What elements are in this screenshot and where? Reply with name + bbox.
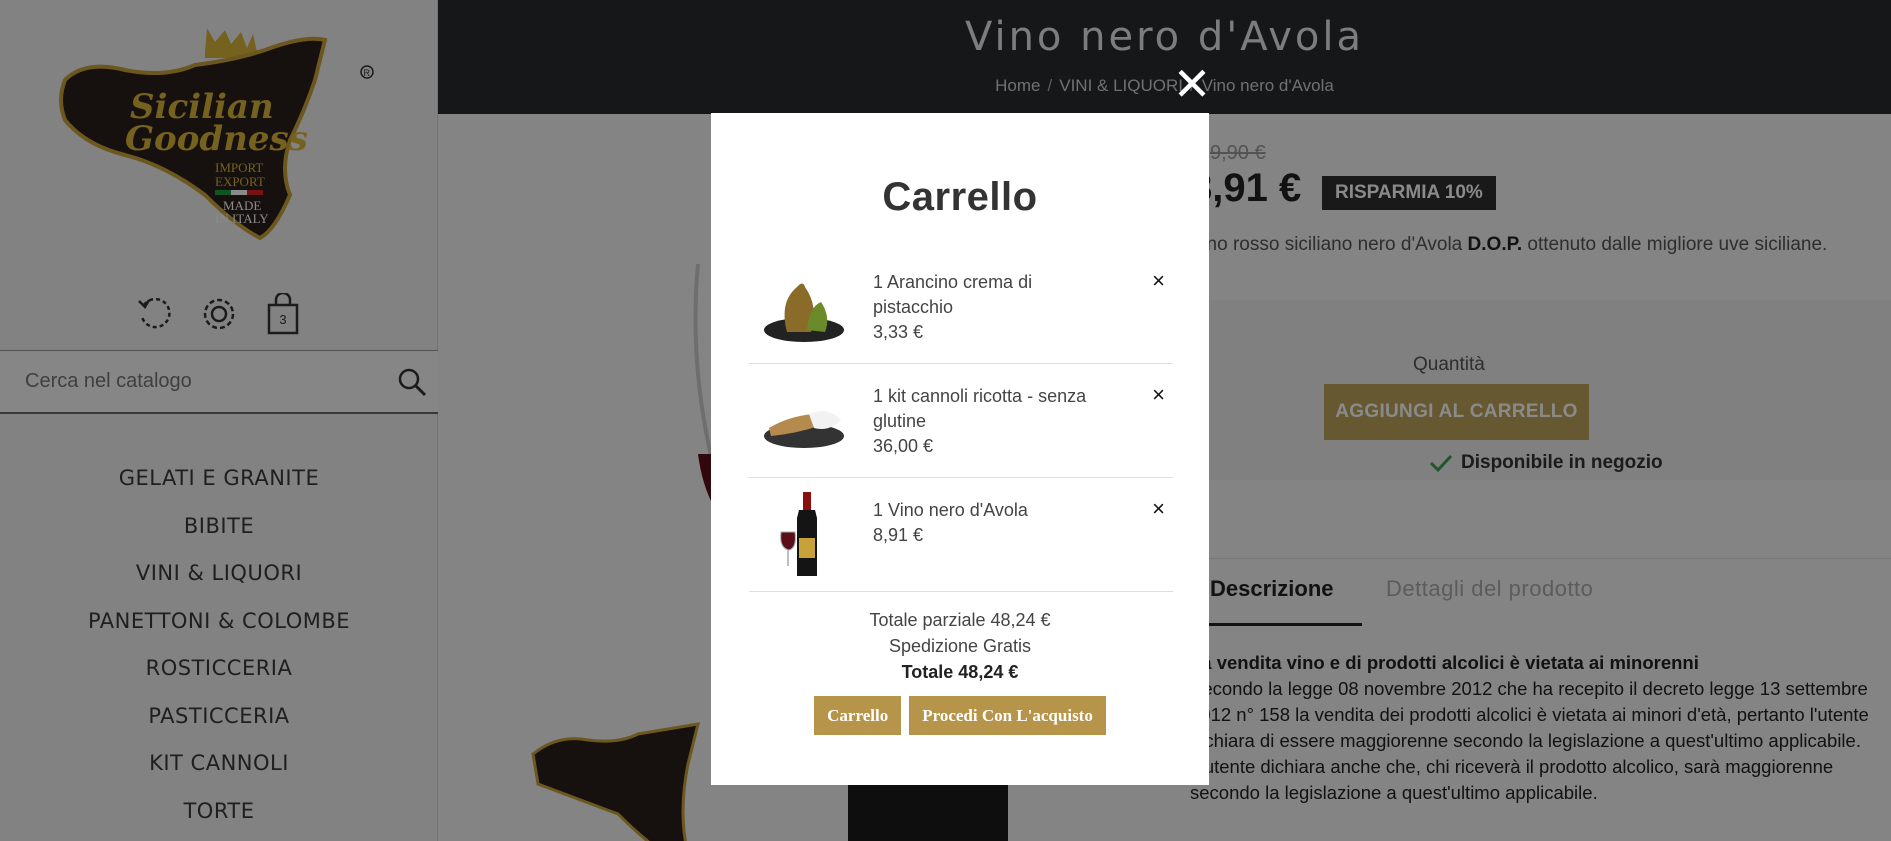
view-cart-button[interactable]: Carrello bbox=[814, 696, 902, 735]
remove-item-icon[interactable]: × bbox=[1152, 268, 1165, 294]
remove-item-icon[interactable]: × bbox=[1152, 496, 1165, 522]
modal-title: Carrello bbox=[882, 175, 1038, 219]
product-thumbnail[interactable] bbox=[759, 262, 849, 352]
modal-actions: Carrello Procedi Con L'acquisto bbox=[711, 696, 1209, 735]
remove-item-icon[interactable]: × bbox=[1152, 382, 1165, 408]
close-icon[interactable]: ✕ bbox=[1172, 61, 1212, 107]
cart-total: Totale 48,24 € bbox=[901, 662, 1019, 682]
cart-item-name: 1 Vino nero d'Avola 8,91 € bbox=[873, 498, 1113, 548]
cart-items-list: 1 Arancino crema di pistacchio 3,33 € × … bbox=[749, 250, 1173, 592]
subtotal: Totale parziale 48,24 € bbox=[869, 610, 1051, 630]
cart-item-name: 1 kit cannoli ricotta - senza glutine 36… bbox=[873, 384, 1113, 459]
cart-item-price: 36,00 € bbox=[873, 436, 934, 456]
cart-item-name: 1 Arancino crema di pistacchio 3,33 € bbox=[873, 270, 1113, 345]
product-thumbnail[interactable] bbox=[759, 376, 849, 466]
cart-item-price: 3,33 € bbox=[873, 322, 924, 342]
cart-item-price: 8,91 € bbox=[873, 525, 924, 545]
product-thumbnail[interactable] bbox=[759, 490, 849, 580]
cart-item: 1 Vino nero d'Avola 8,91 € × bbox=[749, 478, 1173, 592]
cart-totals: Totale parziale 48,24 € Spedizione Grati… bbox=[711, 607, 1209, 685]
shipping-info: Spedizione Gratis bbox=[888, 636, 1032, 656]
checkout-button[interactable]: Procedi Con L'acquisto bbox=[909, 696, 1106, 735]
cart-modal: Carrello 1 Arancino crema di pistacchio … bbox=[711, 113, 1209, 785]
cart-item: 1 Arancino crema di pistacchio 3,33 € × bbox=[749, 250, 1173, 364]
cart-item: 1 kit cannoli ricotta - senza glutine 36… bbox=[749, 364, 1173, 478]
